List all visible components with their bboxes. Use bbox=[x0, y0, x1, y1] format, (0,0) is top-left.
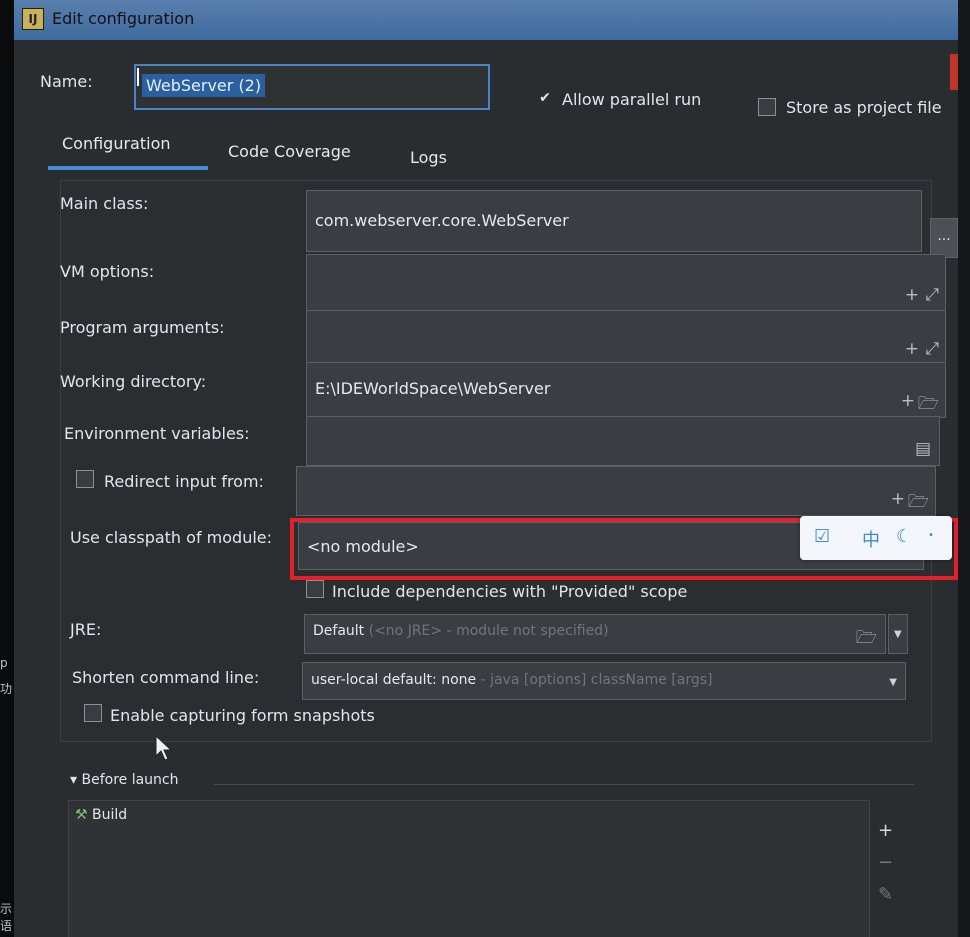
shorten-command-line-value: user-local default: none - java [options… bbox=[311, 672, 713, 688]
before-launch-item-build: Build bbox=[92, 807, 128, 823]
keyboard-icon[interactable]: ☑ bbox=[814, 526, 830, 547]
ime-language-icon[interactable]: 中 bbox=[862, 526, 880, 552]
edit-icon[interactable]: ✎ bbox=[878, 884, 893, 905]
browse-main-class-button[interactable]: ... bbox=[930, 218, 958, 258]
plus-icon[interactable]: + bbox=[905, 285, 919, 305]
jre-value-detail: (<no JRE> - module not specified) bbox=[368, 623, 609, 639]
ime-toolbar[interactable]: ☑ 中 ☾ • bbox=[800, 516, 952, 560]
background-text: 功 bbox=[0, 682, 13, 696]
include-dependencies-label: Include dependencies with "Provided" sco… bbox=[332, 582, 688, 601]
program-arguments-input[interactable]: + ⤢ bbox=[306, 310, 946, 366]
chevron-down-icon: ▼ bbox=[894, 629, 902, 640]
allow-parallel-checkbox[interactable]: ✔ bbox=[536, 90, 554, 108]
main-class-label: Main class: bbox=[60, 194, 149, 213]
jre-select[interactable]: Default (<no JRE> - module not specified… bbox=[304, 614, 886, 654]
plus-icon[interactable]: + bbox=[891, 489, 905, 509]
close-button[interactable] bbox=[950, 54, 958, 90]
expand-icon[interactable]: ⤢ bbox=[925, 339, 939, 359]
title-bar[interactable]: IJ Edit configuration bbox=[14, 0, 958, 40]
chevron-down-icon[interactable]: ▼ bbox=[889, 677, 897, 688]
redirect-input-label: Redirect input from: bbox=[104, 472, 264, 491]
plus-icon[interactable]: + bbox=[905, 339, 919, 359]
enable-capturing-snapshots-checkbox[interactable] bbox=[84, 704, 102, 722]
main-class-input[interactable]: com.webserver.core.WebServer bbox=[306, 190, 922, 252]
working-directory-label: Working directory: bbox=[60, 372, 207, 391]
store-project-checkbox[interactable] bbox=[758, 98, 776, 116]
moon-icon[interactable]: ☾ bbox=[896, 526, 912, 547]
plus-icon[interactable]: + bbox=[901, 391, 915, 411]
expand-icon[interactable]: ⤢ bbox=[925, 285, 939, 305]
tab-logs[interactable]: Logs bbox=[410, 148, 447, 167]
before-launch-toolbar: + − ✎ bbox=[868, 800, 904, 937]
collapse-arrow-icon: ▾ bbox=[70, 772, 82, 788]
jre-label: JRE: bbox=[70, 620, 102, 639]
redirect-input-field[interactable]: + 🗁 bbox=[296, 466, 936, 516]
environment-variables-input[interactable]: ▤ bbox=[306, 416, 940, 466]
program-arguments-label: Program arguments: bbox=[60, 318, 225, 337]
active-tab-indicator bbox=[48, 166, 208, 170]
shorten-command-line-select[interactable]: user-local default: none - java [options… bbox=[302, 662, 906, 700]
intellij-app-icon: IJ bbox=[22, 8, 44, 30]
background-text: 示语 bbox=[0, 902, 13, 933]
dot-icon: • bbox=[928, 530, 934, 541]
name-label: Name: bbox=[40, 72, 93, 91]
jre-dropdown-button[interactable]: ▼ bbox=[888, 614, 908, 654]
vm-options-input[interactable]: + ⤢ bbox=[306, 254, 946, 312]
enable-capturing-snapshots-label: Enable capturing form snapshots bbox=[110, 706, 375, 725]
list-item[interactable]: ⚒ Build bbox=[75, 807, 127, 823]
folder-icon[interactable]: 🗁 bbox=[908, 489, 929, 518]
redirect-input-checkbox[interactable] bbox=[76, 470, 94, 488]
background-text: p bbox=[0, 656, 8, 670]
window-title: Edit configuration bbox=[52, 9, 195, 28]
name-input[interactable]: WebServer (2) bbox=[134, 64, 490, 110]
shorten-command-line-label: Shorten command line: bbox=[72, 668, 260, 687]
shorten-command-line-value-main: user-local default: none bbox=[311, 672, 477, 688]
before-launch-list[interactable]: ⚒ Build bbox=[68, 800, 870, 937]
working-directory-input[interactable]: E:\IDEWorldSpace\WebServer + 🗁 bbox=[306, 362, 946, 418]
name-input-value: WebServer (2) bbox=[142, 74, 266, 97]
mouse-pointer-icon bbox=[155, 734, 173, 761]
before-launch-header[interactable]: ▾ Before launch bbox=[70, 772, 179, 788]
main-class-value: com.webserver.core.WebServer bbox=[315, 211, 569, 230]
vm-options-label: VM options: bbox=[60, 262, 155, 281]
remove-icon[interactable]: − bbox=[878, 852, 893, 873]
environment-variables-label: Environment variables: bbox=[64, 424, 250, 443]
store-project-label: Store as project file bbox=[786, 98, 942, 117]
jre-value: Default (<no JRE> - module not specified… bbox=[313, 623, 609, 639]
working-directory-value: E:\IDEWorldSpace\WebServer bbox=[315, 379, 551, 398]
text-cursor bbox=[137, 67, 139, 86]
background-window-edge: p 功 示语 bbox=[0, 0, 14, 937]
add-icon[interactable]: + bbox=[878, 820, 893, 841]
tab-code-coverage[interactable]: Code Coverage bbox=[228, 142, 351, 161]
build-hammer-icon: ⚒ bbox=[75, 807, 93, 823]
photo-screen: p 功 示语 IJ Edit configuration Name: WebSe… bbox=[0, 0, 970, 937]
allow-parallel-label: Allow parallel run bbox=[562, 90, 702, 109]
classpath-module-label: Use classpath of module: bbox=[70, 528, 273, 547]
before-launch-divider bbox=[214, 784, 914, 785]
document-icon[interactable]: ▤ bbox=[915, 439, 931, 459]
jre-value-main: Default bbox=[313, 623, 365, 639]
folder-icon[interactable]: 🗁 bbox=[856, 625, 877, 654]
include-dependencies-checkbox[interactable] bbox=[306, 580, 324, 598]
before-launch-label: Before launch bbox=[81, 772, 179, 788]
edit-configuration-dialog: IJ Edit configuration Name: WebServer (2… bbox=[14, 0, 958, 937]
shorten-command-line-value-detail: - java [options] className [args] bbox=[480, 672, 713, 688]
tab-configuration[interactable]: Configuration bbox=[62, 134, 171, 153]
